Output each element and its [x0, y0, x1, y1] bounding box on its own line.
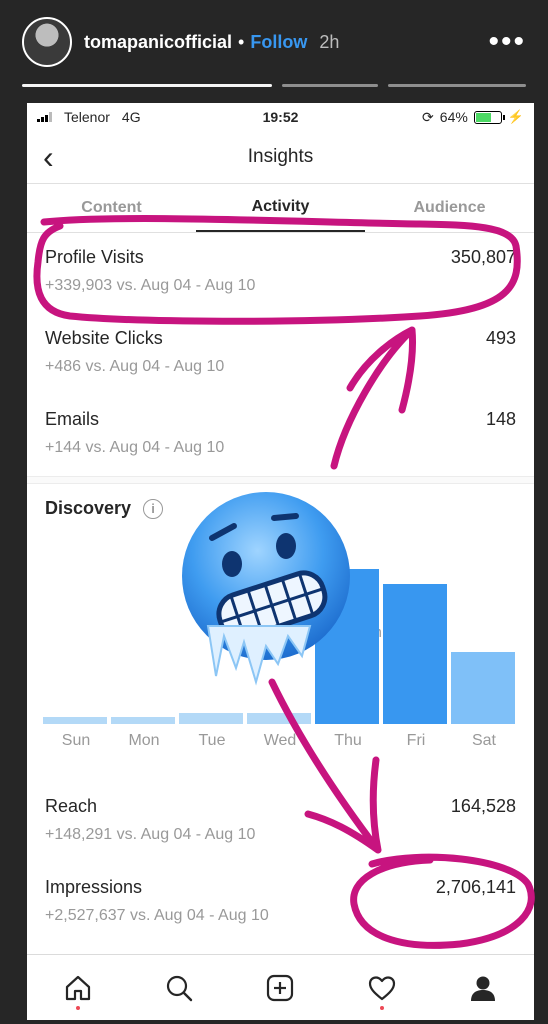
- status-time: 19:52: [262, 109, 299, 125]
- chart-bar-sun[interactable]: [43, 717, 107, 724]
- activity-heart-icon[interactable]: [362, 968, 402, 1010]
- add-post-icon[interactable]: [260, 968, 300, 1008]
- chart-tick-label: Mon: [128, 732, 160, 749]
- tab-content[interactable]: Content: [27, 184, 196, 232]
- chart-bar-sat[interactable]: [451, 652, 515, 724]
- metric-delta: +2,527,637 vs. Aug 04 - Aug 10: [45, 907, 269, 924]
- chart-bar-wed[interactable]: [247, 713, 311, 724]
- story-progress-1: [22, 84, 272, 87]
- metric-label: Emails: [45, 409, 100, 429]
- chart-tick-label: Sat: [471, 732, 496, 749]
- metric-label: Profile Visits: [45, 247, 144, 267]
- metric-value: 164,528: [450, 796, 516, 816]
- metric-emails: Emails 148 +144 vs. Aug 04 - Aug 10: [27, 395, 534, 476]
- metric-value: 350,807: [450, 247, 516, 267]
- metric-value: 148: [485, 409, 516, 429]
- chart-tick-label: Tue: [198, 732, 226, 749]
- chart-tick-label: Fri: [406, 732, 426, 749]
- story-progress-3: [388, 84, 526, 87]
- metric-delta: +144 vs. Aug 04 - Aug 10: [45, 439, 225, 456]
- cold-face-emoji: [182, 492, 350, 686]
- chart-tick-label: Wed: [263, 732, 297, 749]
- metric-reach: Reach 164,528 +148,291 vs. Aug 04 - Aug …: [27, 782, 534, 863]
- tab-activity[interactable]: Activity: [196, 184, 365, 232]
- section-divider: [27, 476, 534, 484]
- info-icon[interactable]: i: [143, 498, 164, 519]
- metric-value: 493: [485, 328, 516, 348]
- follow-button[interactable]: Follow: [250, 32, 307, 53]
- metric-delta: +339,903 vs. Aug 04 - Aug 10: [45, 277, 256, 294]
- discovery-title: Discovery: [45, 498, 132, 518]
- chart-bar-fri[interactable]: [383, 584, 447, 724]
- story-progress-2: [282, 84, 378, 87]
- tabs: Content Activity Audience: [27, 183, 534, 233]
- chart-bar-tue[interactable]: [179, 713, 243, 724]
- metric-website-clicks: Website Clicks 493 +486 vs. Aug 04 - Aug…: [27, 314, 534, 395]
- home-icon[interactable]: [58, 968, 98, 1010]
- search-icon[interactable]: [159, 968, 199, 1008]
- back-chevron-icon[interactable]: ‹: [43, 141, 54, 173]
- chart-bar-mon[interactable]: [111, 717, 175, 724]
- separator-dot: •: [238, 31, 245, 52]
- bottom-tab-bar: [27, 954, 534, 1020]
- story-time: 2h: [319, 31, 340, 52]
- tab-audience[interactable]: Audience: [365, 184, 534, 232]
- profile-icon[interactable]: [463, 968, 503, 1008]
- metric-value: 2,706,141: [435, 877, 516, 897]
- metric-delta: +486 vs. Aug 04 - Aug 10: [45, 358, 225, 375]
- metric-profile-visits: Profile Visits 350,807 +339,903 vs. Aug …: [27, 233, 534, 314]
- chart-tick-label: Sun: [61, 732, 91, 749]
- metric-impressions: Impressions 2,706,141 +2,527,637 vs. Aug…: [27, 863, 534, 944]
- story-username[interactable]: tomapanicofficial: [84, 32, 232, 53]
- metric-label: Website Clicks: [45, 328, 163, 348]
- battery-icon: [473, 110, 505, 124]
- more-dots-icon[interactable]: •••: [488, 27, 526, 57]
- chart-tick-label: Thu: [334, 732, 362, 749]
- avatar[interactable]: [22, 17, 72, 67]
- story-header: tomapanicofficial • Follow 2h •••: [22, 14, 526, 70]
- metric-label: Impressions: [45, 877, 143, 897]
- status-bar: Telenor 4G 19:52 ⟳ 64% ⚡: [27, 103, 534, 131]
- metric-delta: +148,291 vs. Aug 04 - Aug 10: [45, 826, 256, 843]
- nav-bar: ‹ Insights: [27, 131, 534, 183]
- metric-label: Reach: [45, 796, 98, 816]
- notification-dot: [75, 1005, 80, 1010]
- notification-dot: [379, 1005, 384, 1010]
- page-title: Insights: [247, 146, 314, 167]
